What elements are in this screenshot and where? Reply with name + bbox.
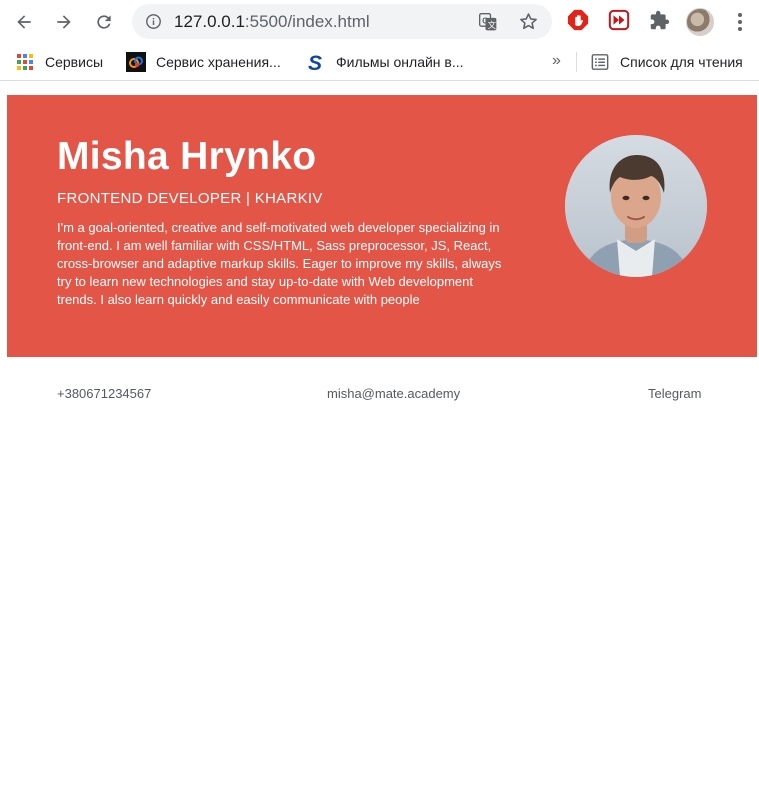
bookmarks-bar: Сервисы Сервис хранения... S Фильмы онла… <box>0 43 759 81</box>
forward-button[interactable] <box>49 7 79 37</box>
bookmark-storage-service[interactable]: Сервис хранения... <box>126 51 281 73</box>
reload-button[interactable] <box>89 7 119 37</box>
fast-forward-icon <box>608 9 630 31</box>
reload-icon <box>97 15 111 29</box>
more-bookmarks-button[interactable]: » <box>552 52 561 70</box>
svg-text:文: 文 <box>488 20 497 30</box>
profile-avatar[interactable] <box>686 8 714 36</box>
reading-list-icon <box>590 52 610 72</box>
email-link[interactable]: misha@mate.academy <box>327 386 460 401</box>
bookmark-movies-online[interactable]: S Фильмы онлайн в... <box>306 51 464 73</box>
translate-icon[interactable]: G文 <box>478 12 498 32</box>
profile-photo <box>565 135 707 277</box>
adblock-extension-button[interactable] <box>567 9 589 31</box>
bookmark-label: Фильмы онлайн в... <box>336 54 464 70</box>
back-button[interactable] <box>9 7 39 37</box>
dot-icon <box>738 20 742 24</box>
video-extension-button[interactable] <box>608 9 630 31</box>
adblock-stop-icon <box>567 9 589 31</box>
extensions-button[interactable] <box>648 9 670 31</box>
arrow-right-icon <box>57 15 71 29</box>
browser-menu-button[interactable] <box>730 10 750 34</box>
reading-list-button[interactable]: Список для чтения <box>590 51 743 73</box>
contacts-bar: +380671234567 misha@mate.academy Telegra… <box>57 386 707 406</box>
bookmark-label: Сервис хранения... <box>156 54 281 70</box>
arrow-left-icon <box>17 15 31 29</box>
bookmarks-divider <box>576 52 577 72</box>
address-bar[interactable]: 127.0.0.1:5500/index.html G文 <box>132 4 552 39</box>
job-title: FRONTEND DEVELOPER | KHARKIV <box>57 190 323 207</box>
phone-link[interactable]: +380671234567 <box>57 386 151 401</box>
apps-grid-icon <box>15 52 35 72</box>
cloud-storage-icon <box>126 52 146 72</box>
reading-list-label: Список для чтения <box>620 54 743 70</box>
info-icon[interactable] <box>145 13 162 30</box>
url-path: :5500/index.html <box>244 12 370 31</box>
person-name: Misha Hrynko <box>57 135 317 178</box>
telegram-link[interactable]: Telegram <box>648 386 701 401</box>
s-logo-icon: S <box>306 52 326 72</box>
browser-toolbar: 127.0.0.1:5500/index.html G文 <box>0 0 759 43</box>
url-host: 127.0.0.1 <box>174 12 245 31</box>
puzzle-icon <box>650 10 669 29</box>
dot-icon <box>738 13 742 17</box>
bookmark-star-icon[interactable] <box>518 11 539 32</box>
dot-icon <box>738 27 742 31</box>
bio-text: I'm a goal-oriented, creative and self-m… <box>57 220 502 307</box>
bookmark-services[interactable]: Сервисы <box>15 51 103 73</box>
svg-text:S: S <box>308 52 322 72</box>
bookmark-label: Сервисы <box>45 54 104 70</box>
hero-section: Misha Hrynko FRONTEND DEVELOPER | KHARKI… <box>7 95 757 357</box>
person-portrait-icon <box>565 135 707 277</box>
url-text[interactable]: 127.0.0.1:5500/index.html <box>174 12 370 32</box>
